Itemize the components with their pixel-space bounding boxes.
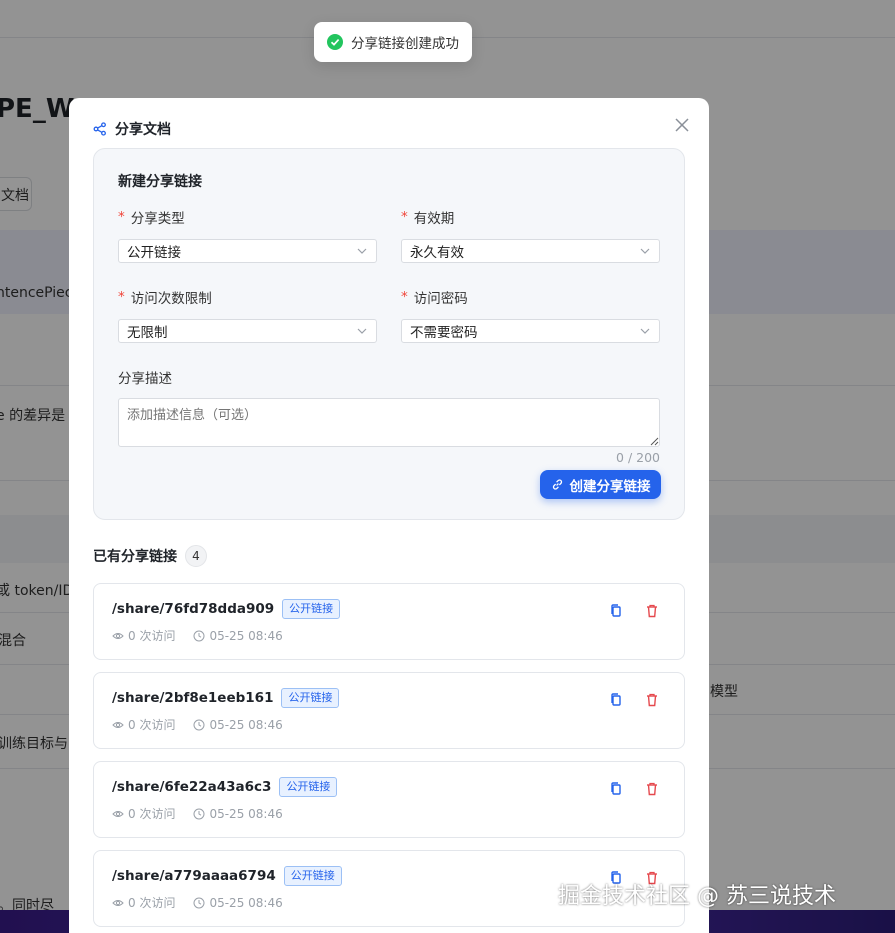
share-link-path[interactable]: /share/76fd78dda909 bbox=[112, 601, 274, 617]
visit-limit-value: 无限制 bbox=[127, 325, 168, 341]
dialog-header: 分享文档 bbox=[93, 118, 171, 140]
clock-icon bbox=[193, 897, 205, 908]
watermark-text: 掘金技术社区 @ 苏三说技术 bbox=[558, 884, 836, 909]
copy-icon[interactable] bbox=[608, 692, 624, 708]
description-char-counter: 0 / 200 bbox=[616, 450, 660, 465]
existing-links-title: 已有分享链接 bbox=[93, 549, 177, 565]
clock-icon bbox=[193, 808, 205, 819]
password-label: 访问密码 bbox=[413, 291, 468, 307]
share-type-value: 公开链接 bbox=[127, 245, 181, 261]
share-type-tag: 公开链接 bbox=[282, 599, 341, 619]
eye-icon bbox=[112, 632, 124, 639]
visit-count: 0 次访问 bbox=[128, 896, 176, 910]
created-time: 05-25 08:46 bbox=[209, 806, 283, 821]
created-time: 05-25 08:46 bbox=[209, 895, 283, 910]
share-type-select[interactable]: 公开链接 bbox=[118, 239, 377, 263]
password-select[interactable]: 不需要密码 bbox=[401, 319, 660, 343]
share-link-path[interactable]: /share/6fe22a43a6c3 bbox=[112, 779, 271, 795]
visit-limit-select[interactable]: 无限制 bbox=[118, 319, 377, 343]
visit-limit-label: 访问次数限制 bbox=[130, 291, 212, 307]
created-time: 05-25 08:46 bbox=[209, 628, 283, 643]
delete-icon[interactable] bbox=[644, 692, 660, 708]
clock-icon bbox=[193, 719, 205, 730]
toast-message: 分享链接创建成功 bbox=[351, 36, 459, 52]
eye-icon bbox=[112, 721, 124, 728]
share-dialog: 分享文档 新建分享链接 * 分享类型 公开链接 * 有效期 永久有效 * 访问次数限制… bbox=[69, 98, 709, 933]
resize-handle-icon[interactable] bbox=[650, 437, 659, 446]
share-link-path[interactable]: /share/a779aaaa6794 bbox=[112, 868, 276, 884]
delete-icon[interactable] bbox=[644, 781, 660, 797]
chevron-down-icon bbox=[640, 328, 650, 334]
password-field: * 访问密码 不需要密码 bbox=[401, 287, 660, 343]
share-link-path[interactable]: /share/2bf8e1eeb161 bbox=[112, 690, 273, 706]
share-link-card: /share/2bf8e1eeb161 公开链接 0 次访问 05-25 08:46 bbox=[93, 672, 685, 749]
required-mark: * bbox=[118, 209, 125, 225]
links-count-badge: 4 bbox=[185, 545, 207, 567]
dialog-title: 分享文档 bbox=[115, 122, 171, 138]
password-value: 不需要密码 bbox=[410, 325, 478, 341]
chevron-down-icon bbox=[357, 248, 367, 254]
visit-count: 0 次访问 bbox=[128, 718, 176, 732]
share-type-field: * 分享类型 公开链接 bbox=[118, 207, 377, 263]
copy-icon[interactable] bbox=[608, 603, 624, 619]
required-mark: * bbox=[401, 289, 408, 305]
visit-count: 0 次访问 bbox=[128, 629, 176, 643]
visit-count: 0 次访问 bbox=[128, 807, 176, 821]
description-label: 分享描述 bbox=[118, 371, 172, 387]
delete-icon[interactable] bbox=[644, 603, 660, 619]
chevron-down-icon bbox=[640, 248, 650, 254]
existing-links-header: 已有分享链接 4 bbox=[93, 544, 207, 568]
description-input[interactable] bbox=[118, 398, 660, 447]
create-section-title: 新建分享链接 bbox=[118, 174, 202, 190]
eye-icon bbox=[112, 899, 124, 906]
description-field: 分享描述 bbox=[118, 367, 377, 387]
share-type-label: 分享类型 bbox=[130, 211, 185, 227]
created-time: 05-25 08:46 bbox=[209, 717, 283, 732]
create-button-label: 创建分享链接 bbox=[569, 478, 651, 495]
close-icon[interactable] bbox=[671, 114, 693, 136]
share-icon bbox=[93, 122, 106, 136]
required-mark: * bbox=[401, 209, 408, 225]
chevron-down-icon bbox=[357, 328, 367, 334]
success-toast: 分享链接创建成功 bbox=[314, 22, 472, 62]
visit-limit-field: * 访问次数限制 无限制 bbox=[118, 287, 377, 343]
success-check-icon bbox=[327, 34, 343, 50]
share-link-card: /share/6fe22a43a6c3 公开链接 0 次访问 05-25 08:46 bbox=[93, 761, 685, 838]
copy-icon[interactable] bbox=[608, 781, 624, 797]
create-share-panel: 新建分享链接 * 分享类型 公开链接 * 有效期 永久有效 * 访问次数限制 无限制 … bbox=[93, 148, 685, 520]
share-type-tag: 公开链接 bbox=[281, 688, 340, 708]
share-type-tag: 公开链接 bbox=[283, 866, 342, 886]
share-type-tag: 公开链接 bbox=[279, 777, 338, 797]
eye-icon bbox=[112, 810, 124, 817]
validity-label: 有效期 bbox=[413, 211, 455, 227]
validity-field: * 有效期 永久有效 bbox=[401, 207, 660, 263]
required-mark: * bbox=[118, 289, 125, 305]
validity-value: 永久有效 bbox=[410, 245, 464, 261]
clock-icon bbox=[193, 630, 205, 641]
create-share-link-button[interactable]: 创建分享链接 bbox=[540, 470, 661, 499]
validity-select[interactable]: 永久有效 bbox=[401, 239, 660, 263]
share-link-card: /share/76fd78dda909 公开链接 0 次访问 05-25 08:46 bbox=[93, 583, 685, 660]
link-icon bbox=[552, 479, 562, 490]
